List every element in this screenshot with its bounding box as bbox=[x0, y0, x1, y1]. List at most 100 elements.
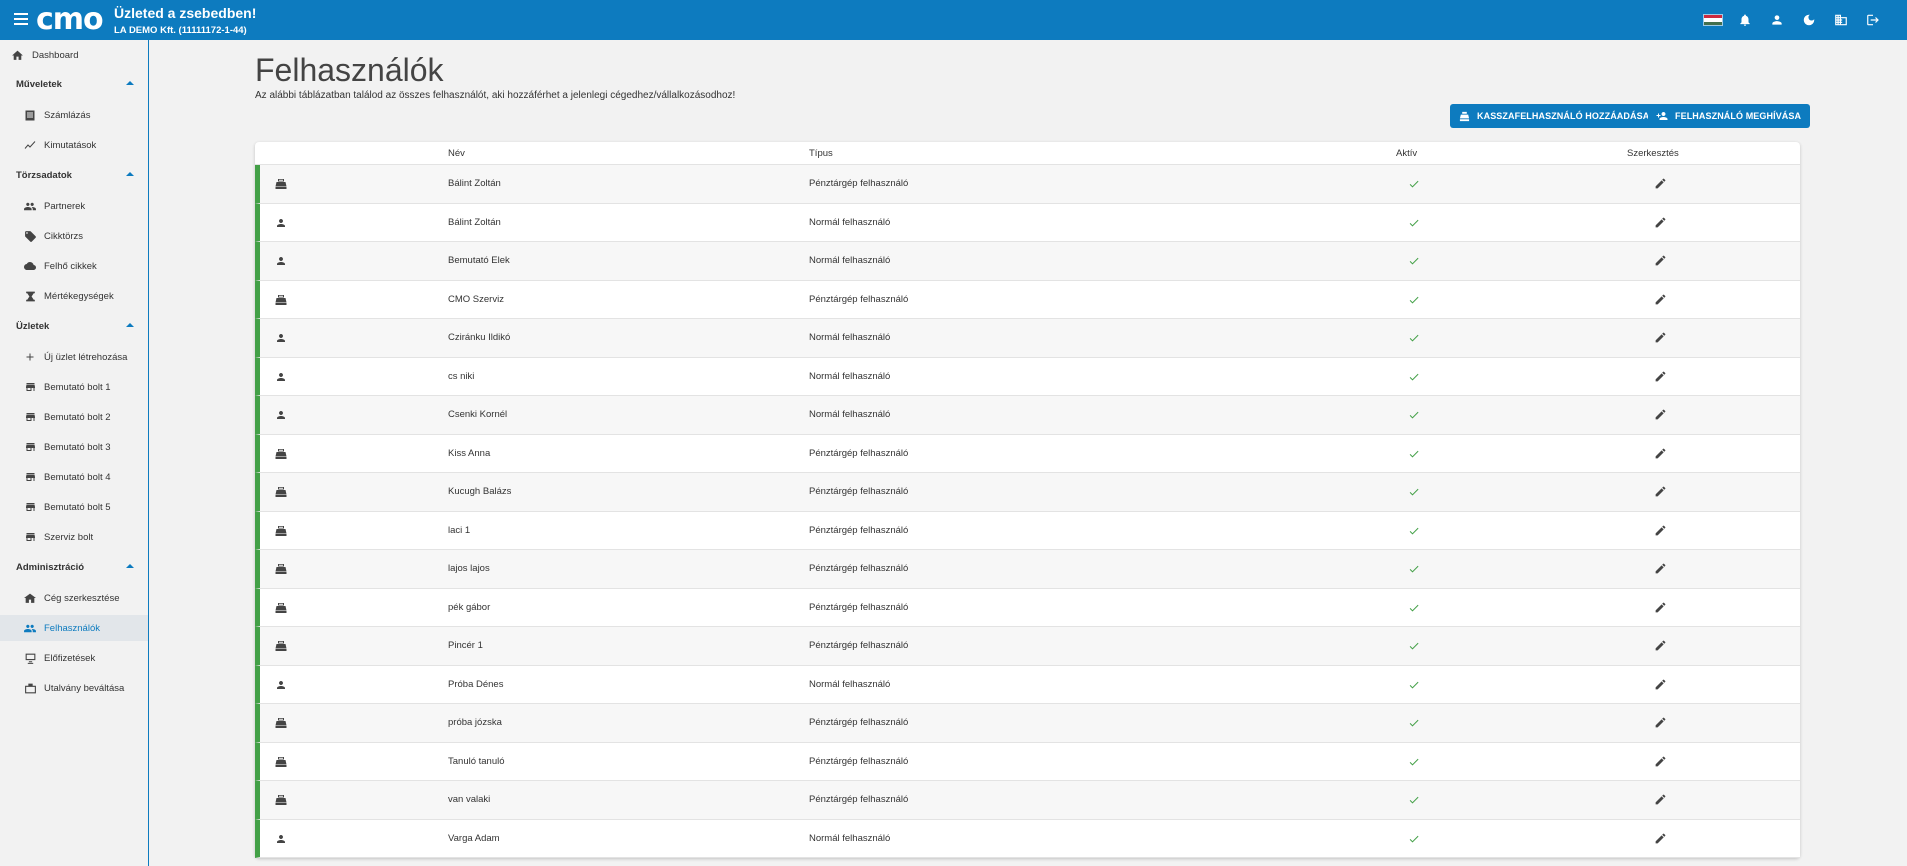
check-icon bbox=[1407, 755, 1421, 767]
column-header-active[interactable]: Aktív bbox=[1396, 148, 1417, 159]
sidebar-item-bolt-2[interactable]: Bemutató bolt 2 bbox=[0, 404, 148, 430]
cash-register-icon bbox=[275, 293, 287, 305]
table-row: Varga Adam Normál felhasználó bbox=[255, 819, 1800, 858]
sidebar-section-torzsadatok[interactable]: Törzsadatok bbox=[0, 164, 148, 186]
dark-mode-icon[interactable] bbox=[1793, 10, 1825, 30]
edit-pencil-icon[interactable] bbox=[1654, 408, 1667, 421]
sidebar-item-felho-cikkek[interactable]: Felhő cikkek bbox=[0, 253, 148, 279]
company-switch-icon[interactable] bbox=[1825, 10, 1857, 30]
edit-pencil-icon[interactable] bbox=[1654, 793, 1667, 806]
bell-icon[interactable] bbox=[1729, 10, 1761, 30]
check-icon bbox=[1407, 447, 1421, 459]
table-row: Csenki Kornél Normál felhasználó bbox=[255, 396, 1800, 435]
edit-pencil-icon[interactable] bbox=[1654, 639, 1667, 652]
cash-register-icon bbox=[275, 716, 287, 728]
person-icon bbox=[275, 408, 287, 420]
edit-pencil-icon[interactable] bbox=[1654, 177, 1667, 190]
sidebar-item-bolt-4[interactable]: Bemutató bolt 4 bbox=[0, 464, 148, 490]
check-icon bbox=[1407, 562, 1421, 574]
add-cashier-user-button[interactable]: Kasszafelhasználó hozzáadása bbox=[1450, 104, 1659, 128]
chevron-up-icon bbox=[126, 323, 134, 327]
edit-pencil-icon[interactable] bbox=[1654, 254, 1667, 267]
edit-pencil-icon[interactable] bbox=[1654, 447, 1667, 460]
sidebar-item-uj-uzlet[interactable]: Új üzlet létrehozása bbox=[0, 344, 148, 370]
person-icon bbox=[275, 331, 287, 343]
sidebar-section-muveletek[interactable]: Műveletek bbox=[0, 73, 148, 95]
table-row: CMO Szerviz Pénztárgép felhasználó bbox=[255, 280, 1800, 319]
sidebar-item-dashboard[interactable]: Dashboard bbox=[0, 42, 148, 68]
people-icon bbox=[23, 199, 37, 213]
sidebar-item-utalvany[interactable]: Utalvány beváltása bbox=[0, 675, 148, 701]
sidebar-item-partnerek[interactable]: Partnerek bbox=[0, 193, 148, 219]
edit-pencil-icon[interactable] bbox=[1654, 562, 1667, 575]
cash-register-icon bbox=[1458, 110, 1470, 122]
sidebar-item-kimutatasok[interactable]: Kimutatások bbox=[0, 132, 148, 158]
edit-pencil-icon[interactable] bbox=[1654, 331, 1667, 344]
sidebar-item-ceg-szerkesztese[interactable]: Cég szerkesztése bbox=[0, 585, 148, 611]
user-name: Bálint Zoltán bbox=[448, 216, 501, 228]
user-name: Bálint Zoltán bbox=[448, 178, 501, 189]
logo[interactable]: cmo bbox=[36, 5, 104, 35]
edit-pencil-icon[interactable] bbox=[1654, 755, 1667, 768]
hamburger-menu-icon[interactable] bbox=[14, 13, 28, 27]
sidebar-item-szerviz-bolt[interactable]: Szerviz bolt bbox=[0, 524, 148, 550]
sidebar-section-adminisztracio[interactable]: Adminisztráció bbox=[0, 556, 148, 578]
edit-pencil-icon[interactable] bbox=[1654, 601, 1667, 614]
person-icon bbox=[275, 254, 287, 266]
cash-register-icon bbox=[275, 177, 287, 189]
user-type: Pénztárgép felhasználó bbox=[809, 563, 909, 574]
edit-pencil-icon[interactable] bbox=[1654, 524, 1667, 537]
sidebar-item-szamlazas[interactable]: Számlázás bbox=[0, 102, 148, 128]
user-type: Normál felhasználó bbox=[809, 216, 891, 228]
sidebar-item-bolt-5[interactable]: Bemutató bolt 5 bbox=[0, 494, 148, 520]
user-type: Pénztárgép felhasználó bbox=[809, 794, 909, 805]
user-name: cs niki bbox=[448, 370, 475, 382]
plus-icon bbox=[23, 350, 37, 364]
cloud-icon bbox=[23, 259, 37, 273]
user-type: Pénztárgép felhasználó bbox=[809, 486, 909, 497]
edit-pencil-icon[interactable] bbox=[1654, 678, 1667, 691]
table-row: cs niki Normál felhasználó bbox=[255, 357, 1800, 396]
table-row: lajos lajos Pénztárgép felhasználó bbox=[255, 550, 1800, 589]
store-icon bbox=[23, 500, 37, 514]
edit-pencil-icon[interactable] bbox=[1654, 293, 1667, 306]
check-icon bbox=[1407, 793, 1421, 805]
sidebar-section-uzletek[interactable]: Üzletek bbox=[0, 315, 148, 337]
edit-pencil-icon[interactable] bbox=[1654, 370, 1667, 383]
sidebar-item-mertekegysegek[interactable]: Mértékegységek bbox=[0, 283, 148, 309]
user-name: Pincér 1 bbox=[448, 640, 483, 651]
user-icon[interactable] bbox=[1761, 10, 1793, 30]
person-icon bbox=[275, 678, 287, 690]
column-header-name[interactable]: Név bbox=[448, 148, 465, 159]
table-row: Próba Dénes Normál felhasználó bbox=[255, 665, 1800, 704]
cash-register-icon bbox=[275, 639, 287, 651]
sidebar-item-bolt-3[interactable]: Bemutató bolt 3 bbox=[0, 434, 148, 460]
voucher-icon bbox=[23, 681, 37, 695]
user-type: Pénztárgép felhasználó bbox=[809, 178, 909, 189]
edit-pencil-icon[interactable] bbox=[1654, 716, 1667, 729]
sidebar-item-cikktorzs[interactable]: Cikktörzs bbox=[0, 223, 148, 249]
edit-pencil-icon[interactable] bbox=[1654, 832, 1667, 845]
edit-pencil-icon[interactable] bbox=[1654, 216, 1667, 229]
sidebar-item-bolt-1[interactable]: Bemutató bolt 1 bbox=[0, 374, 148, 400]
house-edit-icon bbox=[23, 591, 37, 605]
person-icon bbox=[275, 370, 287, 382]
user-name: próba józska bbox=[448, 717, 502, 728]
check-icon bbox=[1407, 601, 1421, 613]
people-icon bbox=[23, 621, 37, 635]
store-icon bbox=[23, 440, 37, 454]
cash-register-icon bbox=[275, 524, 287, 536]
table-row: Tanuló tanuló Pénztárgép felhasználó bbox=[255, 742, 1800, 781]
store-icon bbox=[23, 410, 37, 424]
invite-user-button[interactable]: Felhasználó meghívása bbox=[1648, 104, 1811, 128]
edit-pencil-icon[interactable] bbox=[1654, 485, 1667, 498]
language-flag-icon[interactable] bbox=[1697, 10, 1729, 30]
page-title: Felhasználók bbox=[255, 52, 444, 88]
sidebar-item-felhasznalok[interactable]: Felhasználók bbox=[0, 615, 148, 641]
column-header-type[interactable]: Típus bbox=[809, 148, 833, 159]
user-type: Normál felhasználó bbox=[809, 678, 891, 690]
logout-icon[interactable] bbox=[1857, 10, 1889, 30]
brand-block: Üzleted a zsebedben! LA DEMO Kft. (11111… bbox=[114, 5, 256, 37]
sidebar-item-elofizetesek[interactable]: Előfizetések bbox=[0, 645, 148, 671]
user-name: Varga Adam bbox=[448, 832, 500, 844]
